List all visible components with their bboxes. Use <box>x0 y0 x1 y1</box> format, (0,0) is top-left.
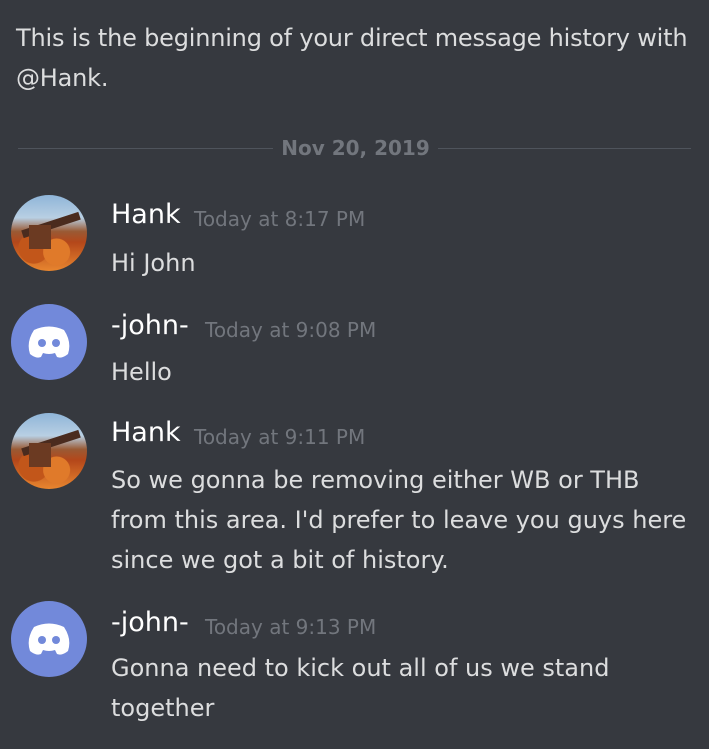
avatar[interactable] <box>11 304 87 380</box>
discord-logo-icon <box>28 326 70 358</box>
message-timestamp: Today at 9:08 PM <box>205 318 377 342</box>
message-text: So we gonna be removing either WB or THB… <box>111 466 687 574</box>
divider-line-left <box>18 148 273 149</box>
message-text: Gonna need to kick out all of us we stan… <box>111 654 610 722</box>
message-timestamp: Today at 8:17 PM <box>194 207 366 231</box>
divider-line-right <box>438 148 691 149</box>
avatar[interactable] <box>11 601 87 677</box>
avatar-photo-detail <box>29 443 51 467</box>
message-timestamp: Today at 9:11 PM <box>194 425 366 449</box>
avatar[interactable] <box>11 195 87 271</box>
message-timestamp: Today at 9:13 PM <box>205 615 377 639</box>
avatar[interactable] <box>11 413 87 489</box>
message-author[interactable]: -john- <box>111 310 189 341</box>
divider-date: Nov 20, 2019 <box>281 136 430 160</box>
dm-history-intro: This is the beginning of your direct mes… <box>16 24 688 92</box>
message-author[interactable]: Hank <box>111 417 181 448</box>
message-author[interactable]: Hank <box>111 199 181 230</box>
discord-logo-icon <box>28 623 70 655</box>
message-author[interactable]: -john- <box>111 607 189 638</box>
message-text: Hello <box>111 358 172 386</box>
avatar-photo-detail <box>29 225 51 249</box>
date-divider: Nov 20, 2019 <box>18 136 691 160</box>
message-text: Hi John <box>111 249 196 277</box>
